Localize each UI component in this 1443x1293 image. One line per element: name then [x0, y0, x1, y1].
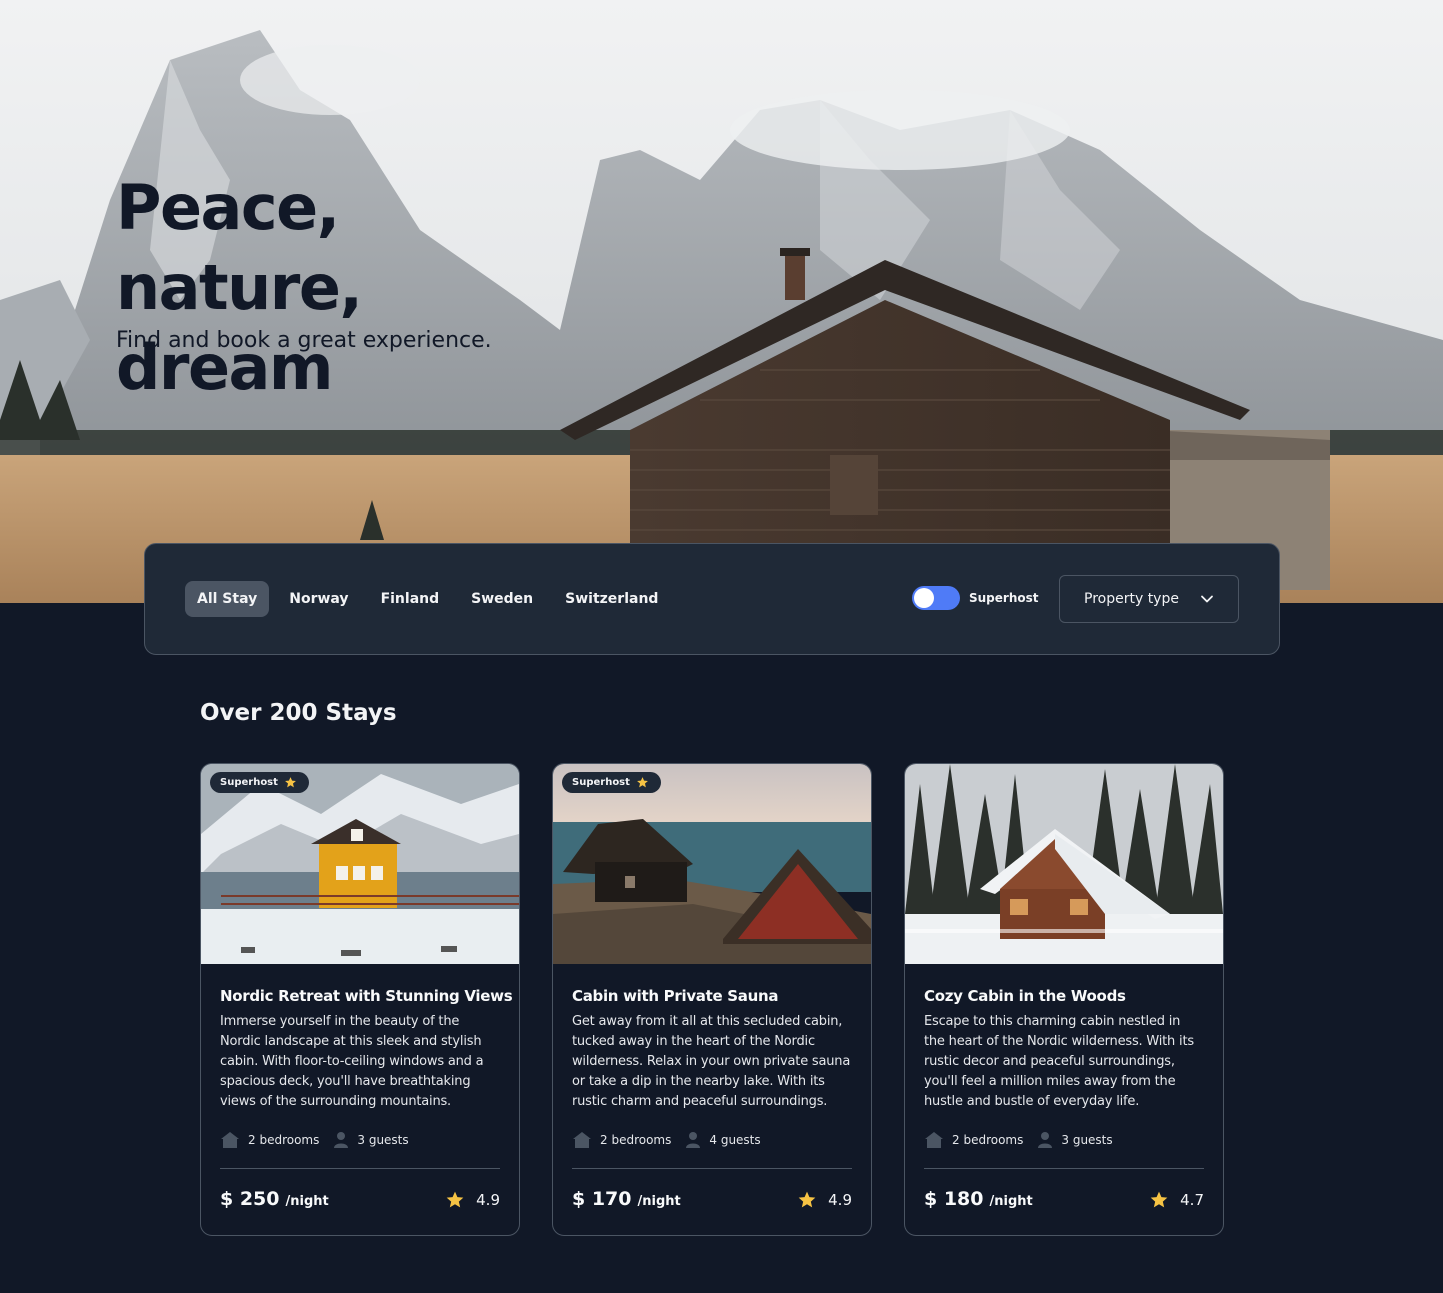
home-icon: [221, 1132, 239, 1148]
guests-text: 3 guests: [357, 1133, 409, 1147]
superhost-badge: Superhost: [210, 772, 309, 793]
bedrooms-text: 2 bedrooms: [248, 1133, 320, 1147]
rating-value: 4.9: [828, 1191, 852, 1209]
superhost-switch[interactable]: [912, 586, 960, 610]
card-body: Nordic Retreat with Stunning Views Immer…: [220, 986, 513, 1112]
snowy-woods-cabin-image: [905, 764, 1223, 964]
card-divider: [924, 1168, 1204, 1169]
card-body: Cabin with Private Sauna Get away from i…: [572, 986, 852, 1112]
stay-card[interactable]: Cozy Cabin in the Woods Escape to this c…: [904, 763, 1224, 1236]
tab-norway[interactable]: Norway: [277, 581, 360, 617]
badge-label: Superhost: [220, 777, 278, 788]
card-body: Cozy Cabin in the Woods Escape to this c…: [924, 986, 1204, 1112]
card-rating: 4.7: [1149, 1190, 1204, 1210]
tab-switzerland[interactable]: Switzerland: [553, 581, 670, 617]
stay-card[interactable]: Superhost Cabin with Private Sauna Get a…: [552, 763, 872, 1236]
star-icon: [1150, 1191, 1168, 1208]
home-icon: [925, 1132, 943, 1148]
tab-all-stay[interactable]: All Stay: [185, 581, 270, 617]
card-meta: 2 bedrooms 3 guests: [220, 1131, 423, 1149]
card-image: Superhost: [201, 764, 519, 964]
bedrooms-info: 2 bedrooms: [220, 1131, 319, 1149]
superhost-badge: Superhost: [562, 772, 661, 793]
stay-card[interactable]: Superhost Nordic Retreat with Stunning V…: [200, 763, 520, 1236]
hero-banner: Peace, nature, dream Find and book a gre…: [0, 0, 1443, 603]
user-icon: [334, 1132, 349, 1148]
price-value: $ 170: [572, 1188, 632, 1210]
rating-value: 4.7: [1180, 1191, 1204, 1209]
card-divider: [572, 1168, 852, 1169]
switch-knob: [914, 588, 934, 608]
card-price: $ 250 /night: [220, 1188, 329, 1210]
hero-subtitle: Find and book a great experience.: [116, 328, 492, 353]
card-title[interactable]: Cabin with Private Sauna: [572, 986, 852, 1006]
guests-text: 4 guests: [709, 1133, 761, 1147]
hero-title: Peace, nature, dream: [116, 171, 363, 404]
tab-finland[interactable]: Finland: [369, 581, 452, 617]
card-meta: 2 bedrooms 4 guests: [572, 1131, 775, 1149]
superhost-toggle[interactable]: Superhost: [912, 586, 1039, 610]
card-description: Immerse yourself in the beauty of the No…: [220, 1014, 484, 1109]
bedrooms-info: 2 bedrooms: [572, 1131, 671, 1149]
filter-bar: All Stay Norway Finland Sweden Switzerla…: [144, 543, 1280, 655]
price-value: $ 250: [220, 1188, 280, 1210]
card-divider: [220, 1168, 500, 1169]
guests-info: 3 guests: [333, 1131, 409, 1149]
card-title[interactable]: Cozy Cabin in the Woods: [924, 986, 1204, 1006]
section-title: Over 200 Stays: [200, 700, 397, 726]
yellow-cabin-lake-image: [201, 764, 519, 964]
price-unit: /night: [989, 1194, 1033, 1209]
country-tabs: All Stay Norway Finland Sweden Switzerla…: [185, 581, 678, 617]
card-image: [905, 764, 1223, 964]
property-type-label: Property type: [1084, 591, 1179, 607]
superhost-label: Superhost: [969, 591, 1039, 605]
star-icon: [446, 1191, 464, 1208]
star-icon: [637, 777, 648, 788]
price-unit: /night: [637, 1194, 681, 1209]
card-meta: 2 bedrooms 3 guests: [924, 1131, 1127, 1149]
rating-value: 4.9: [476, 1191, 500, 1209]
bedrooms-text: 2 bedrooms: [600, 1133, 672, 1147]
bedrooms-info: 2 bedrooms: [924, 1131, 1023, 1149]
price-value: $ 180: [924, 1188, 984, 1210]
user-icon: [686, 1132, 701, 1148]
guests-info: 4 guests: [685, 1131, 761, 1149]
property-type-select[interactable]: Property type: [1059, 575, 1239, 623]
guests-info: 3 guests: [1037, 1131, 1113, 1149]
card-price: $ 180 /night: [924, 1188, 1033, 1210]
sauna-cabins-sea-image: [553, 764, 871, 964]
card-description: Get away from it all at this secluded ca…: [572, 1014, 851, 1109]
bedrooms-text: 2 bedrooms: [952, 1133, 1024, 1147]
guests-text: 3 guests: [1061, 1133, 1113, 1147]
chevron-down-icon: [1201, 595, 1213, 603]
card-description: Escape to this charming cabin nestled in…: [924, 1014, 1194, 1109]
card-price: $ 170 /night: [572, 1188, 681, 1210]
card-rating: 4.9: [445, 1190, 500, 1210]
star-icon: [798, 1191, 816, 1208]
user-icon: [1038, 1132, 1053, 1148]
badge-label: Superhost: [572, 777, 630, 788]
home-icon: [573, 1132, 591, 1148]
card-rating: 4.9: [797, 1190, 852, 1210]
price-unit: /night: [285, 1194, 329, 1209]
card-title[interactable]: Nordic Retreat with Stunning Views: [220, 986, 513, 1006]
card-image: Superhost: [553, 764, 871, 964]
tab-sweden[interactable]: Sweden: [459, 581, 545, 617]
star-icon: [285, 777, 296, 788]
